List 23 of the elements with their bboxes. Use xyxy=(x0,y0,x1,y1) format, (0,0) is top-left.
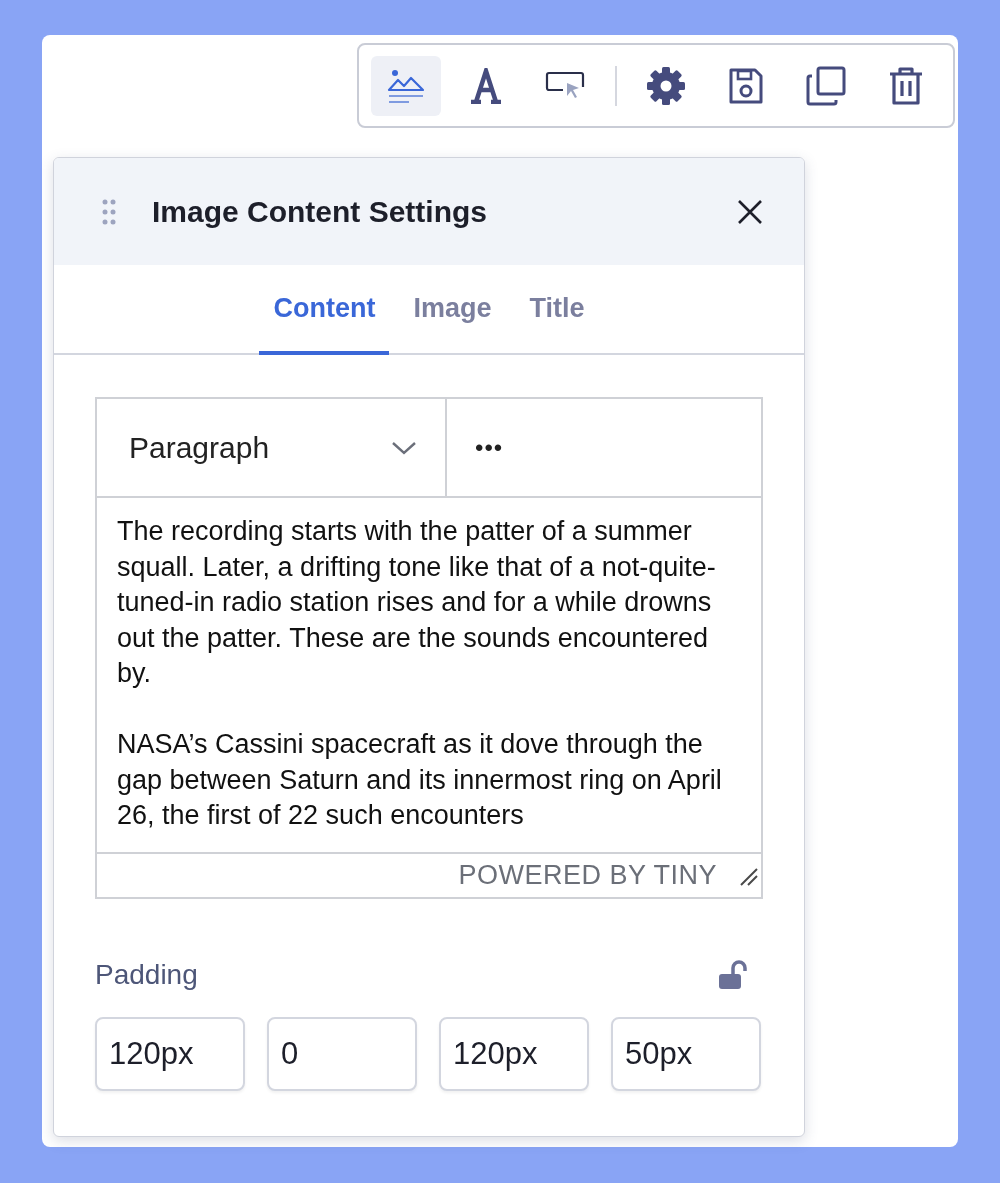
padding-input[interactable]: 120px xyxy=(95,1017,245,1091)
duplicate-icon xyxy=(806,65,846,106)
paragraph: NASA’s Cassini spacecraft as it dove through the gap between Saturn and its innermost ring on April 26, the first of 22 such encounters xyxy=(117,728,723,832)
paragraph: The recording starts with the patter of a summer squall. Later, a drifting tone like that of a not-quite-tuned-in radio station rises and for a while drowns out the patter. These are the sounds encountered by. xyxy=(117,515,717,690)
image-text-button[interactable] xyxy=(371,55,441,116)
padding-label: Padding xyxy=(95,959,198,991)
trash-icon xyxy=(888,65,924,106)
powered-by-label: POWERED BY TINY xyxy=(458,860,717,891)
chevron-down-icon xyxy=(391,439,417,456)
tab[interactable]: Image xyxy=(399,265,506,355)
drag-handle-icon[interactable] xyxy=(102,198,116,225)
tab[interactable]: Content xyxy=(259,265,390,355)
close-icon xyxy=(736,197,764,226)
padding-input[interactable]: 120px xyxy=(439,1017,589,1091)
padding-input[interactable]: 50px xyxy=(611,1017,761,1091)
font-icon xyxy=(469,67,503,104)
unlocked-icon[interactable] xyxy=(717,959,749,991)
settings-icon xyxy=(646,65,686,106)
panel-title: Image Content Settings xyxy=(152,194,489,229)
tab[interactable]: Title xyxy=(515,265,599,355)
padding-input[interactable]: 0 xyxy=(267,1017,417,1091)
selection-cursor-icon xyxy=(545,70,587,101)
save-icon xyxy=(728,66,764,105)
